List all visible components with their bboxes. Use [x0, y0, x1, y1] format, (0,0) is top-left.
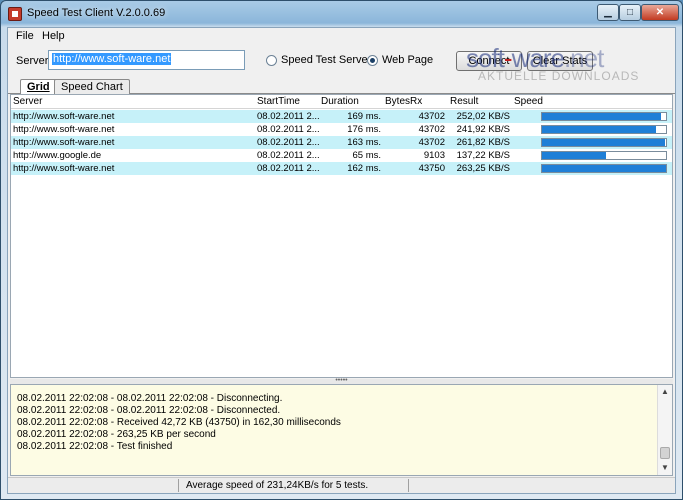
- speed-bar: [541, 138, 667, 147]
- cell-result: 241,92 KB/S: [456, 124, 510, 135]
- menu-file[interactable]: File: [16, 30, 34, 42]
- client-area: File Help Server http://www.soft-ware.ne…: [7, 27, 676, 494]
- toolbar: Server http://www.soft-ware.net Speed Te…: [8, 43, 675, 83]
- log-line: 08.02.2011 22:02:08 - Test finished: [17, 441, 173, 452]
- app-window: Speed Test Client V.2.0.0.69 ▁ □ ✕ File …: [0, 0, 683, 500]
- status-divider: [178, 479, 179, 492]
- cell-bytesrx: 43750: [418, 163, 445, 174]
- log-line: 08.02.2011 22:02:08 - 08.02.2011 22:02:0…: [17, 393, 283, 404]
- status-bar: Average speed of 231,24KB/s for 5 tests.: [8, 477, 675, 493]
- radio-web-page[interactable]: Web Page: [367, 54, 433, 66]
- server-input-value: http://www.soft-ware.net: [52, 53, 172, 65]
- results-grid[interactable]: Server StartTime Duration BytesRx Result…: [10, 94, 673, 378]
- scroll-up-icon[interactable]: ▲: [660, 387, 670, 397]
- col-server[interactable]: Server: [13, 96, 42, 107]
- log-line: 08.02.2011 22:02:08 - 08.02.2011 22:02:0…: [17, 405, 281, 416]
- radio-web-page-label: Web Page: [382, 54, 434, 66]
- status-text: Average speed of 231,24KB/s for 5 tests.: [186, 480, 369, 491]
- cell-starttime: 08.02.2011 2...: [257, 163, 320, 174]
- tab-speed-chart[interactable]: Speed Chart: [54, 79, 130, 94]
- col-result[interactable]: Result: [450, 96, 478, 107]
- title-bar[interactable]: Speed Test Client V.2.0.0.69 ▁ □ ✕: [1, 1, 682, 27]
- cell-server: http://www.google.de: [13, 150, 102, 161]
- cell-result: 261,82 KB/S: [456, 137, 510, 148]
- scroll-thumb[interactable]: [660, 447, 670, 459]
- menu-help[interactable]: Help: [42, 30, 65, 42]
- speed-bar: [541, 125, 667, 134]
- cell-starttime: 08.02.2011 2...: [257, 150, 320, 161]
- server-label: Server: [16, 55, 49, 67]
- cell-bytesrx: 43702: [418, 124, 445, 135]
- speed-bar-fill: [542, 113, 661, 120]
- table-row[interactable]: http://www.soft-ware.net 08.02.2011 2... 1…: [11, 110, 672, 123]
- table-row[interactable]: http://www.google.de 08.02.2011 2... 65 ms…: [11, 149, 672, 162]
- log-line: 08.02.2011 22:02:08 - 263,25 KB per seco…: [17, 429, 216, 440]
- cell-result: 137,22 KB/S: [456, 150, 510, 161]
- minimize-button[interactable]: ▁: [597, 4, 619, 21]
- speed-bar-fill: [542, 152, 606, 159]
- scroll-down-icon[interactable]: ▼: [660, 463, 670, 473]
- col-starttime[interactable]: StartTime: [257, 96, 300, 107]
- cell-bytesrx: 9103: [423, 150, 445, 161]
- radio-speed-test-server-dot: [266, 54, 277, 66]
- log-line: 08.02.2011 22:02:08 - Received 42,72 KB …: [17, 417, 341, 428]
- speed-bar-fill: [542, 165, 666, 172]
- cell-server: http://www.soft-ware.net: [13, 163, 115, 174]
- cell-duration: 65 ms.: [352, 150, 381, 161]
- log-panel[interactable]: 08.02.2011 22:02:08 - 08.02.2011 22:02:0…: [10, 384, 673, 476]
- cell-duration: 176 ms.: [347, 124, 381, 135]
- cell-bytesrx: 43702: [418, 137, 445, 148]
- table-row[interactable]: http://www.soft-ware.net 08.02.2011 2... 1…: [11, 136, 672, 149]
- cell-result: 252,02 KB/S: [456, 111, 510, 122]
- table-row[interactable]: http://www.soft-ware.net 08.02.2011 2... 1…: [11, 162, 672, 175]
- cell-duration: 169 ms.: [347, 111, 381, 122]
- col-speed[interactable]: Speed: [514, 96, 543, 107]
- window-title: Speed Test Client V.2.0.0.69: [27, 7, 166, 19]
- radio-speed-test-server[interactable]: Speed Test Server: [266, 54, 371, 66]
- close-button[interactable]: ✕: [641, 4, 679, 21]
- app-icon: [8, 7, 22, 21]
- col-duration[interactable]: Duration: [321, 96, 359, 107]
- cell-starttime: 08.02.2011 2...: [257, 111, 320, 122]
- speed-bar-fill: [542, 126, 656, 133]
- tab-grid[interactable]: Grid: [20, 79, 57, 95]
- tab-strip: Grid Speed Chart: [8, 78, 675, 95]
- status-divider: [408, 479, 409, 492]
- log-scrollbar[interactable]: ▲ ▼: [657, 385, 672, 475]
- cell-starttime: 08.02.2011 2...: [257, 124, 320, 135]
- cell-starttime: 08.02.2011 2...: [257, 137, 320, 148]
- speed-bar: [541, 112, 667, 121]
- radio-speed-test-server-label: Speed Test Server: [281, 54, 372, 66]
- table-row[interactable]: http://www.soft-ware.net 08.02.2011 2... 1…: [11, 123, 672, 136]
- grid-header: Server StartTime Duration BytesRx Result…: [11, 95, 672, 109]
- cell-result: 263,25 KB/S: [456, 163, 510, 174]
- cell-duration: 162 ms.: [347, 163, 381, 174]
- radio-web-page-dot: [367, 54, 378, 66]
- maximize-button[interactable]: □: [619, 4, 641, 21]
- cell-bytesrx: 43702: [418, 111, 445, 122]
- cell-server: http://www.soft-ware.net: [13, 137, 115, 148]
- speed-bar: [541, 151, 667, 160]
- cell-server: http://www.soft-ware.net: [13, 111, 115, 122]
- col-bytesrx[interactable]: BytesRx: [385, 96, 422, 107]
- speed-bar: [541, 164, 667, 173]
- cell-duration: 163 ms.: [347, 137, 381, 148]
- speed-bar-fill: [542, 139, 665, 146]
- cell-server: http://www.soft-ware.net: [13, 124, 115, 135]
- server-input[interactable]: http://www.soft-ware.net: [48, 50, 245, 70]
